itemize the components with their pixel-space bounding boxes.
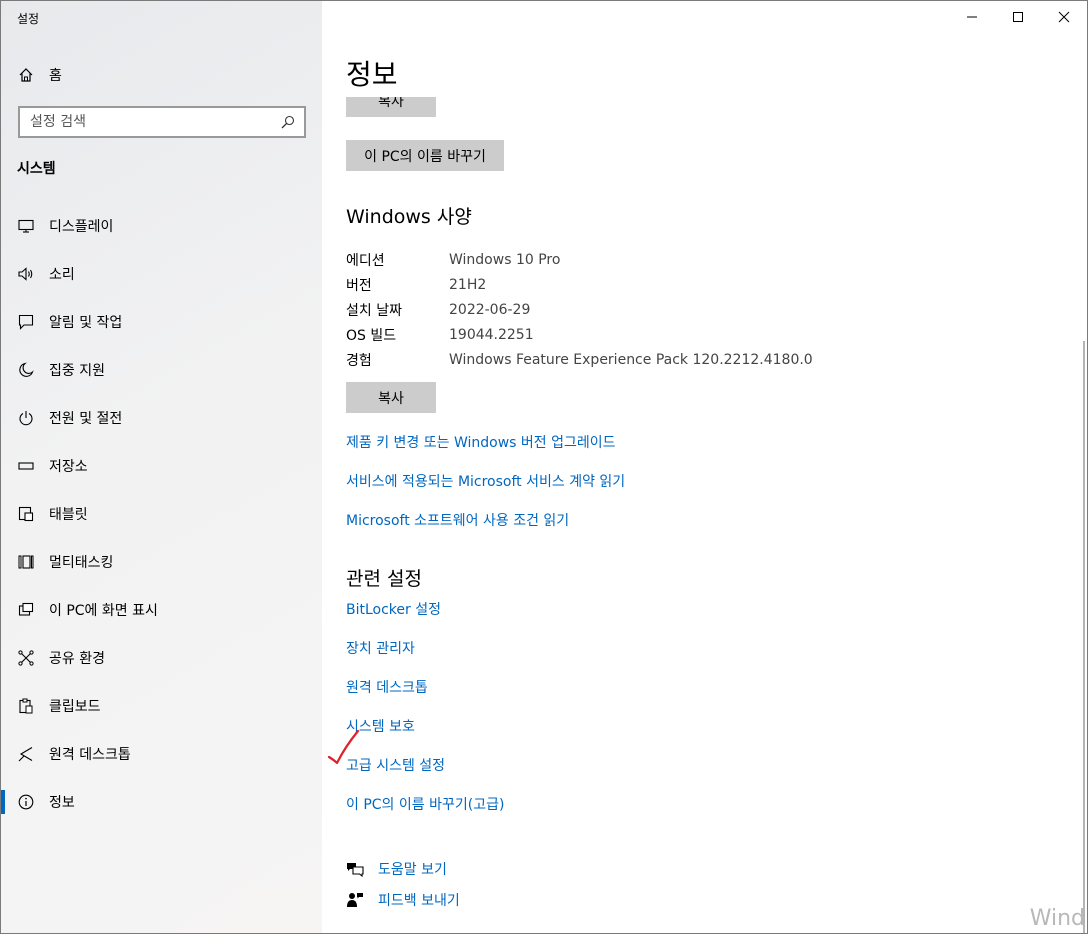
spec-row: 설치 날짜 2022-06-29 (346, 297, 1046, 322)
copy-device-specs-button[interactable]: 복사 (346, 97, 436, 117)
app-title: 설정 (17, 12, 40, 26)
sidebar-item-label: 이 PC에 화면 표시 (49, 603, 158, 619)
storage-icon (17, 457, 35, 475)
spec-value: 2022-06-29 (449, 301, 531, 318)
license-terms-link[interactable]: Microsoft 소프트웨어 사용 조건 읽기 (346, 510, 569, 530)
remote-icon (17, 745, 35, 763)
sidebar-item-notifications[interactable]: 알림 및 작업 (1, 298, 322, 346)
sidebar-item-clipboard[interactable]: 클립보드 (1, 682, 322, 730)
windows-spec-heading: Windows 사양 (346, 206, 472, 228)
notification-icon (17, 313, 35, 331)
copy-device-specs-label: 복사 (378, 97, 404, 110)
spec-value: 19044.2251 (449, 326, 534, 343)
spec-row: 버전 21H2 (346, 272, 1046, 297)
sidebar-item-multitasking[interactable]: 멀티태스킹 (1, 538, 322, 586)
sidebar-item-label: 소리 (49, 267, 75, 283)
rename-pc-advanced-link[interactable]: 이 PC의 이름 바꾸기(고급) (346, 794, 504, 814)
home-icon (17, 66, 35, 84)
content-pane: 정보 복사 이 PC의 이름 바꾸기 Windows 사양 에디션 Window… (322, 1, 1087, 933)
spec-value: Windows Feature Experience Pack 120.2212… (449, 351, 813, 368)
sidebar-item-focus-assist[interactable]: 집중 지원 (1, 346, 322, 394)
sidebar-item-label: 멀티태스킹 (49, 555, 114, 571)
copy-windows-specs-button[interactable]: 복사 (346, 382, 436, 413)
bitlocker-link[interactable]: BitLocker 설정 (346, 599, 441, 619)
page-title: 정보 (346, 58, 398, 91)
get-help-label: 도움말 보기 (378, 862, 447, 878)
feedback-person-icon (346, 891, 364, 909)
sidebar-item-tablet[interactable]: 태블릿 (1, 490, 322, 538)
get-help-link[interactable]: 도움말 보기 (346, 857, 447, 881)
sidebar-item-label: 집중 지원 (49, 363, 105, 379)
sidebar-item-display[interactable]: 디스플레이 (1, 202, 322, 250)
product-key-link[interactable]: 제품 키 변경 또는 Windows 버전 업그레이드 (346, 432, 616, 452)
sidebar-item-shared-experiences[interactable]: 공유 환경 (1, 634, 322, 682)
spec-row: 에디션 Windows 10 Pro (346, 247, 1046, 272)
tablet-icon (17, 505, 35, 523)
red-check-annotation (327, 729, 360, 765)
sidebar-item-sound[interactable]: 소리 (1, 250, 322, 298)
info-icon (17, 793, 35, 811)
device-manager-link[interactable]: 장치 관리자 (346, 638, 415, 658)
send-feedback-link[interactable]: 피드백 보내기 (346, 888, 460, 912)
sidebar-item-project-to-pc[interactable]: 이 PC에 화면 표시 (1, 586, 322, 634)
spec-row: OS 빌드 19044.2251 (346, 322, 1046, 347)
activation-watermark: Wind (1029, 906, 1085, 931)
sidebar-item-label: 정보 (49, 795, 75, 811)
speaker-icon (17, 265, 35, 283)
sidebar-item-label: 알림 및 작업 (49, 315, 123, 331)
monitor-icon (17, 217, 35, 235)
search-input[interactable] (30, 114, 276, 130)
sidebar-item-label: 저장소 (49, 459, 88, 475)
sidebar-item-label: 원격 데스크톱 (49, 747, 131, 763)
search-box[interactable] (18, 106, 306, 138)
moon-icon (17, 361, 35, 379)
remote-desktop-link[interactable]: 원격 데스크톱 (346, 677, 428, 697)
section-title: 시스템 (17, 161, 56, 177)
search-icon[interactable] (276, 110, 300, 134)
help-chat-icon (346, 860, 364, 878)
spec-key: OS 빌드 (346, 327, 397, 344)
sidebar-item-label: 공유 환경 (49, 651, 105, 667)
sidebar-item-about[interactable]: 정보 (1, 778, 322, 826)
spec-key: 버전 (346, 277, 372, 294)
share-icon (17, 649, 35, 667)
home-label: 홈 (49, 68, 62, 84)
spec-value: Windows 10 Pro (449, 251, 561, 268)
spec-key: 에디션 (346, 252, 385, 269)
spec-key: 설치 날짜 (346, 302, 402, 319)
project-icon (17, 601, 35, 619)
send-feedback-label: 피드백 보내기 (378, 893, 460, 909)
sidebar-item-label: 디스플레이 (49, 219, 114, 235)
windows-spec-table: 에디션 Windows 10 Pro 버전 21H2 설치 날짜 2022-06… (346, 247, 1046, 372)
services-agreement-link[interactable]: 서비스에 적용되는 Microsoft 서비스 계약 읽기 (346, 471, 625, 491)
rename-pc-button[interactable]: 이 PC의 이름 바꾸기 (346, 140, 504, 171)
sidebar-item-storage[interactable]: 저장소 (1, 442, 322, 490)
power-icon (17, 409, 35, 427)
settings-window: 설정 홈 시스템 디스플레이 소리 알림 및 (0, 0, 1088, 934)
sidebar-item-label: 전원 및 절전 (49, 411, 123, 427)
spec-value: 21H2 (449, 276, 487, 293)
spec-row: 경험 Windows Feature Experience Pack 120.2… (346, 347, 1046, 372)
spec-key: 경험 (346, 352, 372, 369)
clipboard-icon (17, 697, 35, 715)
multitasking-icon (17, 553, 35, 571)
related-settings-heading: 관련 설정 (346, 568, 422, 590)
sidebar-item-label: 태블릿 (49, 507, 88, 523)
nav-list: 디스플레이 소리 알림 및 작업 집중 지원 전원 및 절전 저장소 태블릿 멀… (1, 202, 322, 826)
sidebar-item-remote-desktop[interactable]: 원격 데스크톱 (1, 730, 322, 778)
sidebar: 설정 홈 시스템 디스플레이 소리 알림 및 (1, 1, 322, 933)
sidebar-item-power[interactable]: 전원 및 절전 (1, 394, 322, 442)
nav-home[interactable]: 홈 (17, 61, 297, 89)
scrollbar[interactable] (1083, 341, 1085, 933)
sidebar-item-label: 클립보드 (49, 699, 101, 715)
